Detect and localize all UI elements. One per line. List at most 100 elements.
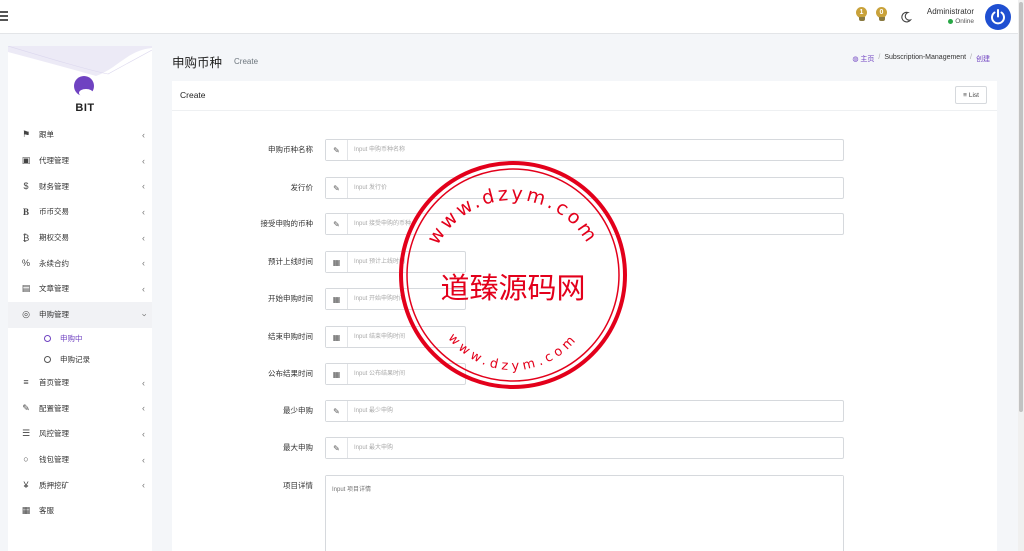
result-time-field-group: ▦ [325,363,466,385]
chevron-left-icon: ‹ [142,377,145,388]
field-label: 申购币种名称 [268,145,313,154]
avatar[interactable] [985,4,1011,30]
sidebar-subitem-label: 申购记录 [60,354,90,364]
chevron-left-icon: ‹ [142,207,145,218]
sidebar-item-label: 期权交易 [39,233,69,243]
chevron-left-icon: ‹ [142,155,145,166]
min-purchase-field-group: ✎ [325,400,844,422]
pencil-icon: ✎ [326,401,348,421]
moon-icon[interactable] [900,11,912,23]
sidebar-item-copy-trading[interactable]: ⚑ 跟单 ‹ [8,122,152,148]
price-input[interactable] [348,178,843,198]
breadcrumb-separator: / [878,54,881,61]
bold-b-icon: B [22,206,29,217]
breadcrumb-home[interactable]: ◍ 主页 [852,54,874,64]
max-purchase-input[interactable] [348,438,843,458]
calendar-icon: ▦ [326,327,348,347]
min-purchase-input[interactable] [348,401,843,421]
circle-icon: ○ [23,454,29,465]
brand-logo-icon [74,76,94,97]
circle-outline-icon [44,334,51,342]
end-time-input[interactable] [348,327,465,347]
brand[interactable]: BIT [8,46,152,122]
sidebar-item-options[interactable]: ₿ 期权交易 ‹ [8,225,152,251]
accepted-coin-field-group: ✎ [325,213,844,235]
card-header: Create ≡ List [172,81,997,111]
form-row-name: 申购币种名称 ✎ [172,139,997,161]
online-dot-icon [948,18,954,24]
list-button-label: List [968,91,979,99]
chevron-left-icon: ‹ [142,454,145,465]
sidebar-item-staking[interactable]: ¥ 质押挖矿 ‹ [8,472,152,498]
sidebar-item-support[interactable]: ▦ 客服 [8,498,152,524]
dollar-icon: $ [23,181,29,192]
start-time-input[interactable] [348,289,465,309]
chevron-down-icon: ‹ [138,313,149,317]
sidebar-subitem-label: 申购中 [60,333,83,343]
listing-time-input[interactable] [348,252,465,272]
chevron-left-icon: ‹ [142,480,145,491]
sidebar-item-perpetual[interactable]: % 永续合约 ‹ [8,250,152,276]
power-icon [991,9,1005,25]
breadcrumb-section[interactable]: Subscription-Management [884,54,966,64]
sidebar-item-agent[interactable]: ▣ 代理管理 ‹ [8,148,152,174]
brand-wave-decoration [8,46,152,76]
sidebar-item-spot[interactable]: B 币币交易 ‹ [8,199,152,225]
hamburger-menu-icon[interactable] [0,10,10,22]
sidebar-item-finance[interactable]: $ 财务管理 ‹ [8,173,152,199]
sidebar-item-wallet[interactable]: ○ 钱包管理 ‹ [8,447,152,473]
pencil-icon: ✎ [326,178,348,198]
form-row-details: 项目详情 [172,475,997,551]
breadcrumb-home-label: 主页 [860,56,875,63]
name-field-group: ✎ [325,139,844,161]
result-time-input[interactable] [348,364,465,384]
form-row-accepted-coin: 接受申购的币种 ✎ [172,213,997,235]
scrollbar-thumb[interactable] [1019,2,1023,412]
list-icon: ≡ [963,91,967,99]
name-input[interactable] [348,140,843,160]
sidebar-item-label: 质押挖矿 [39,480,69,490]
chevron-left-icon: ‹ [142,232,145,243]
field-label: 结束申购时间 [268,332,313,341]
accepted-coin-input[interactable] [348,214,843,234]
bell-notification-icon[interactable]: 1 [856,7,869,21]
listing-time-field-group: ▦ [325,251,466,273]
details-textarea[interactable] [326,476,843,551]
user-name[interactable]: Administrator [927,7,974,16]
chevron-left-icon: ‹ [142,130,145,140]
list-button[interactable]: ≡ List [955,86,987,104]
sidebar-item-config[interactable]: ✎ 配置管理 ‹ [8,395,152,421]
sidebar-item-articles[interactable]: ▤ 文章管理 ‹ [8,276,152,302]
form-row-result-time: 公布结果时间 ▦ [172,363,997,385]
circle-outline-icon [44,355,51,363]
sidebar-item-label: 申购管理 [39,310,69,320]
list-icon: ☰ [21,428,31,439]
calendar-icon: ▦ [326,252,348,272]
page-scrollbar[interactable] [1018,0,1024,551]
price-field-group: ✎ [325,177,844,199]
sidebar-item-label: 风控管理 [39,429,69,439]
field-label: 发行价 [290,183,314,192]
max-purchase-field-group: ✎ [325,437,844,459]
chevron-left-icon: ‹ [142,403,145,414]
sidebar-subitem-records[interactable]: 申购记录 [8,349,152,370]
pencil-icon: ✎ [326,438,348,458]
sidebar-item-subscription[interactable]: ◎ 申购管理 ‹ [8,301,152,328]
sidebar-item-label: 文章管理 [39,284,69,294]
lifebuoy-icon: ◎ [22,309,30,320]
sidebar-item-homepage[interactable]: ≡ 首页管理 ‹ [8,370,152,396]
form-row-min-purchase: 最少申购 ✎ [172,400,997,422]
chevron-left-icon: ‹ [142,258,145,269]
contact-card-icon: ▦ [21,505,31,516]
sidebar-item-risk[interactable]: ☰ 风控管理 ‹ [8,421,152,447]
form-row-max-purchase: 最大申购 ✎ [172,437,997,459]
field-label: 项目详情 [283,481,313,490]
calendar-icon: ▦ [326,364,348,384]
sidebar-subitem-subscribing[interactable]: 申购中 [8,328,152,349]
chevron-left-icon: ‹ [142,284,145,295]
bell-notification-icon[interactable]: 0 [876,7,889,21]
breadcrumb: ◍ 主页 / Subscription-Management / 创建 [852,54,990,64]
field-label: 接受申购的币种 [260,219,314,228]
page-title: 申购币种 [172,56,223,70]
field-label: 最少申购 [283,406,313,415]
